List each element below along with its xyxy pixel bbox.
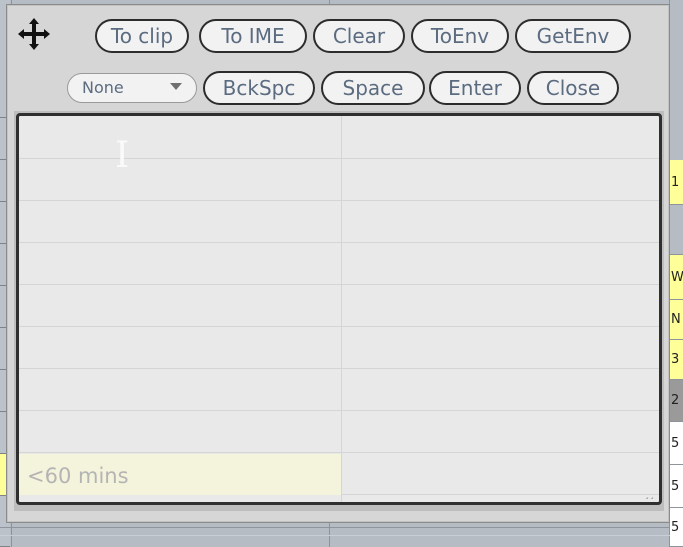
space-button[interactable]: Space: [321, 71, 425, 105]
to-clip-button[interactable]: To clip: [95, 19, 189, 53]
mode-dropdown-value: None: [82, 78, 124, 97]
to-env-button[interactable]: ToEnv: [411, 19, 509, 53]
backspace-button[interactable]: BckSpc: [203, 71, 315, 105]
sheet-cell[interactable]: N: [670, 300, 683, 340]
grid-row[interactable]: [19, 369, 659, 411]
enter-button[interactable]: Enter: [429, 71, 521, 105]
close-button[interactable]: Close: [527, 71, 619, 105]
sheet-cell[interactable]: 1: [670, 160, 683, 205]
screen: 1WN32555 To clip To IME Clear ToEnv GetE…: [0, 0, 683, 547]
sheet-cell[interactable]: 5: [670, 508, 683, 547]
get-env-button[interactable]: GetEnv: [515, 19, 631, 53]
to-ime-button[interactable]: To IME: [199, 19, 307, 53]
dialog-toolbar: To clip To IME Clear ToEnv GetEnv None B…: [7, 5, 671, 109]
sheet-cell[interactable]: [670, 205, 683, 255]
grid-row[interactable]: [19, 327, 659, 369]
sheet-gridline-horizontal: [0, 535, 683, 536]
floating-input-dialog[interactable]: To clip To IME Clear ToEnv GetEnv None B…: [6, 4, 670, 523]
grid-row[interactable]: [19, 201, 659, 243]
sheet-cell[interactable]: 5: [670, 422, 683, 465]
mode-dropdown[interactable]: None: [67, 73, 197, 103]
clear-button[interactable]: Clear: [313, 19, 405, 53]
sheet-cell[interactable]: 2: [670, 380, 683, 422]
text-entry-grid-frame: <60 mins I: [14, 111, 664, 511]
sheet-cell[interactable]: W: [670, 255, 683, 300]
grid-row[interactable]: [19, 285, 659, 327]
resize-grip-icon[interactable]: [640, 483, 656, 499]
sheet-cell[interactable]: 3: [670, 340, 683, 380]
sheet-column-right[interactable]: 1WN32555: [670, 0, 683, 547]
text-caret-ibeam: I: [115, 135, 130, 176]
sheet-cell[interactable]: 5: [670, 465, 683, 508]
grid-row[interactable]: [19, 243, 659, 285]
highlighted-cell-text: <60 mins: [27, 464, 129, 488]
chevron-down-icon: [170, 83, 182, 90]
sheet-gridline-horizontal: [0, 527, 683, 528]
grid-row[interactable]: [19, 411, 659, 453]
text-entry-grid[interactable]: <60 mins I: [16, 113, 662, 505]
